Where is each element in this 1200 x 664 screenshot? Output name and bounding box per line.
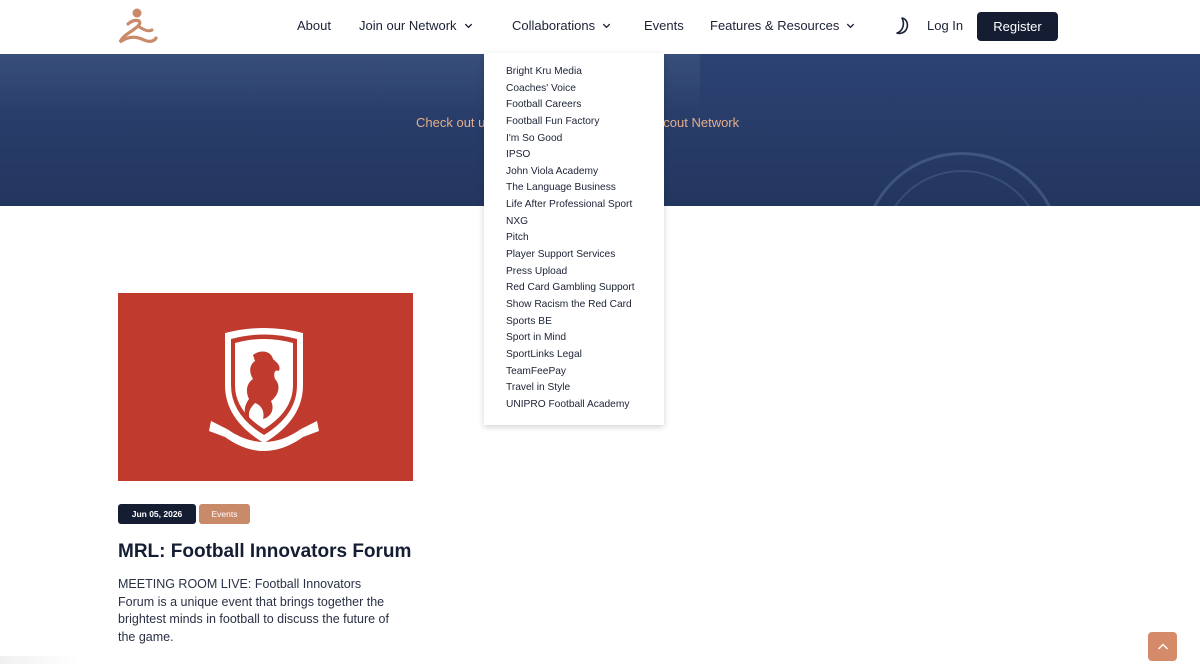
dropdown-menu-item[interactable]: IPSO [506, 147, 664, 164]
bottom-shadow [0, 656, 80, 664]
scroll-to-top-button[interactable] [1148, 632, 1177, 661]
nav-about[interactable]: About [297, 18, 331, 33]
nav-features-resources-label: Features & Resources [710, 18, 840, 33]
event-category-badge[interactable]: Events [199, 504, 250, 524]
dropdown-menu-item[interactable]: Football Fun Factory [506, 114, 664, 131]
nav-join-network-label: Join our Network [359, 18, 457, 33]
chevron-down-icon [847, 23, 855, 29]
event-description: MEETING ROOM LIVE: Football Innovators F… [118, 577, 389, 644]
collaborations-dropdown: Bright Kru Media Coaches' Voice Football C… [484, 53, 664, 425]
event-title[interactable]: MRL: Football Innovators Forum [118, 541, 411, 563]
nav-collaborations[interactable]: Collaborations [512, 18, 612, 33]
logo-icon[interactable] [114, 6, 158, 48]
dropdown-menu-item[interactable]: The Language Business [506, 180, 664, 197]
dropdown-menu-item[interactable]: Coaches' Voice [506, 81, 664, 98]
top-nav: About Join our Network Collaborations Ev… [0, 0, 1200, 54]
dropdown-menu-item[interactable]: I'm So Good [506, 131, 664, 148]
dropdown-menu-item[interactable]: Press Upload [506, 264, 664, 281]
dropdown-menu-item[interactable]: SportLinks Legal [506, 347, 664, 364]
hero-subtitle-left: Check out u [416, 115, 486, 130]
register-button[interactable]: Register [977, 12, 1058, 41]
dropdown-menu-item[interactable]: John Viola Academy [506, 164, 664, 181]
dropdown-menu-item[interactable]: Life After Professional Sport [506, 197, 664, 214]
dropdown-menu-item[interactable]: Sport in Mind [506, 330, 664, 347]
dropdown-menu-item[interactable]: UNIPRO Football Academy [506, 397, 664, 414]
nav-collaborations-label: Collaborations [512, 18, 596, 33]
dropdown-menu-item[interactable]: Travel in Style [506, 380, 664, 397]
dropdown-menu-item[interactable]: Football Careers [506, 97, 664, 114]
dropdown-menu-item[interactable]: NXG [506, 214, 664, 231]
nav-about-label: About [297, 18, 331, 33]
dropdown-menu-item[interactable]: Bright Kru Media [506, 64, 664, 81]
login-link[interactable]: Log In [927, 18, 963, 33]
dropdown-menu-item[interactable]: Player Support Services [506, 247, 664, 264]
chevron-down-icon [602, 23, 611, 29]
nav-join-network[interactable]: Join our Network [359, 18, 474, 33]
nav-events-label: Events [644, 18, 684, 33]
dark-mode-toggle-icon[interactable] [894, 16, 912, 36]
dropdown-menu-item[interactable]: TeamFeePay [506, 364, 664, 381]
chevron-up-icon [1157, 643, 1168, 649]
chevron-down-icon [464, 23, 472, 29]
nav-events[interactable]: Events [644, 18, 684, 33]
dropdown-menu-item[interactable]: Pitch [506, 230, 664, 247]
dropdown-menu-item[interactable]: Show Racism the Red Card [506, 297, 664, 314]
dropdown-menu-item[interactable]: Sports BE [506, 314, 664, 331]
dropdown-menu-item[interactable]: Red Card Gambling Support [506, 280, 664, 297]
nav-features-resources[interactable]: Features & Resources [710, 18, 856, 33]
event-date-badge: Jun 05, 2026 [118, 504, 196, 524]
middlesbrough-crest-icon [209, 328, 319, 451]
